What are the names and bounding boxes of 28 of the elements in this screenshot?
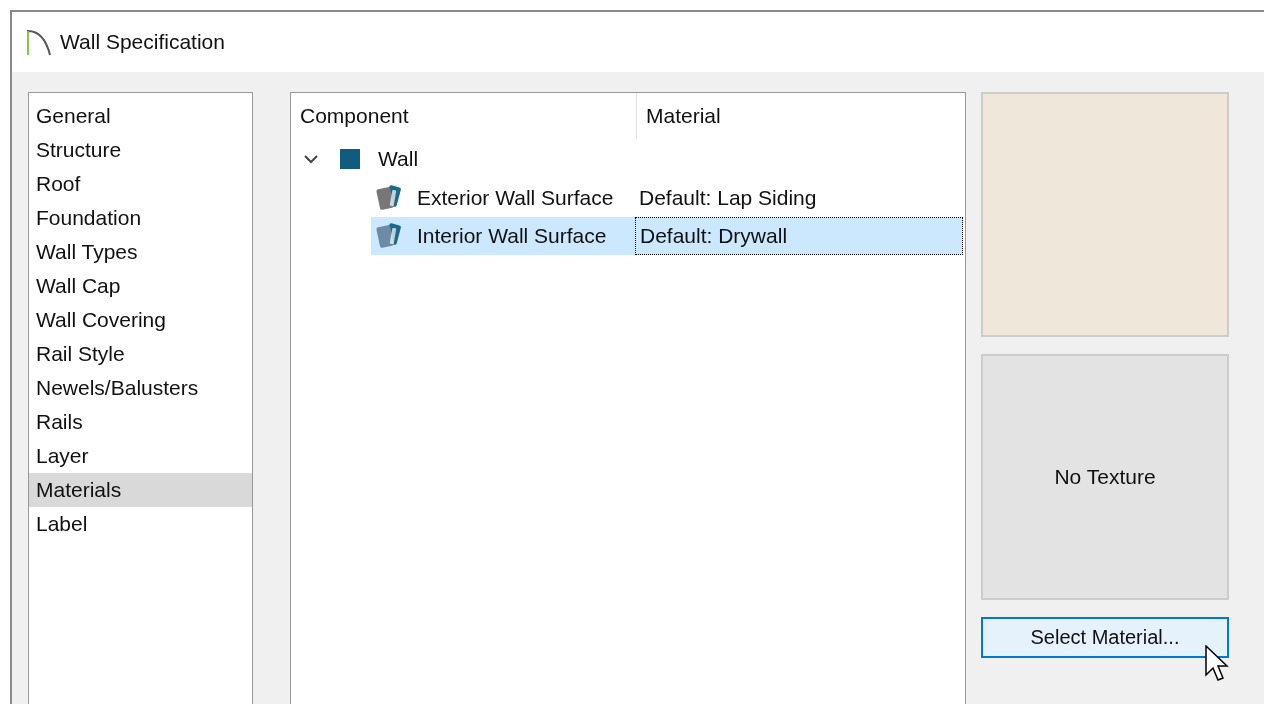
- category-item[interactable]: Rail Style: [29, 337, 252, 371]
- category-item[interactable]: Layer: [29, 439, 252, 473]
- component-cell-text: Exterior Wall Surface: [417, 186, 615, 210]
- tree-item[interactable]: Wall: [378, 147, 419, 171]
- category-item[interactable]: Newels/Balusters: [29, 371, 252, 405]
- material-cell-text: Default: Lap Siding: [638, 185, 818, 211]
- category-item[interactable]: Wall Cap: [29, 269, 252, 303]
- selected-row[interactable]: Interior Wall Surface Default: Drywall: [371, 217, 963, 255]
- category-item[interactable]: Wall Covering: [29, 303, 252, 337]
- window-title: Wall Specification: [60, 30, 225, 54]
- component-cell-text: Interior Wall Surface: [417, 224, 608, 248]
- category-item[interactable]: Label: [29, 507, 252, 541]
- preview-text: No Texture: [1054, 465, 1156, 489]
- select-material-button[interactable]: Select Material...: [981, 617, 1229, 658]
- square-icon: [340, 149, 360, 169]
- category-item[interactable]: Roof: [29, 167, 252, 201]
- category-item[interactable]: Structure: [29, 133, 252, 167]
- chevron-down-icon[interactable]: [304, 154, 318, 164]
- category-item[interactable]: Materials: [29, 473, 252, 507]
- column-header[interactable]: Component: [291, 93, 637, 139]
- category-item[interactable]: General: [29, 99, 252, 133]
- material-cell: Default: Drywall: [635, 217, 963, 255]
- category-item[interactable]: Rails: [29, 405, 252, 439]
- column-header[interactable]: Material: [637, 93, 965, 139]
- category-item[interactable]: Wall Types: [29, 235, 252, 269]
- mouse-pointer-icon: [1205, 645, 1229, 683]
- category-item[interactable]: Foundation: [29, 201, 252, 235]
- arc-icon: [26, 28, 52, 56]
